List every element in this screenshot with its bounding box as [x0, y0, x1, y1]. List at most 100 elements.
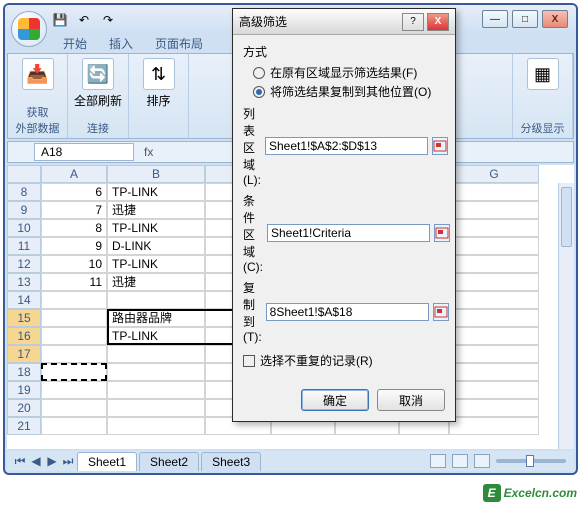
sheet-tab-1[interactable]: Sheet1 — [77, 452, 137, 471]
row-header[interactable]: 8 — [7, 183, 41, 201]
cell[interactable]: D-LINK — [107, 237, 205, 255]
sheet-nav-last-icon[interactable]: ⏭ — [61, 454, 75, 468]
row-header[interactable]: 12 — [7, 255, 41, 273]
cell[interactable] — [449, 219, 539, 237]
vertical-scrollbar[interactable] — [558, 183, 574, 449]
cell[interactable]: TP-LINK — [107, 327, 205, 345]
cancel-button[interactable]: 取消 — [377, 389, 445, 411]
cell[interactable] — [41, 327, 107, 345]
cell[interactable] — [449, 345, 539, 363]
cell[interactable] — [41, 363, 107, 381]
range-picker-icon[interactable] — [434, 224, 450, 242]
office-button[interactable] — [11, 11, 47, 47]
cell[interactable] — [107, 291, 205, 309]
sheet-nav-first-icon[interactable]: ⏮ — [13, 454, 27, 468]
cell[interactable]: 迅捷 — [107, 201, 205, 219]
cell[interactable] — [449, 183, 539, 201]
cell[interactable] — [107, 363, 205, 381]
zoom-thumb[interactable] — [526, 455, 534, 467]
fx-icon[interactable]: fx — [144, 145, 153, 159]
cell[interactable] — [41, 381, 107, 399]
cell[interactable] — [449, 309, 539, 327]
tab-insert[interactable]: 插入 — [99, 33, 143, 53]
dialog-titlebar[interactable]: 高级筛选 ? X — [233, 9, 455, 35]
range-picker-icon[interactable] — [433, 303, 449, 321]
row-header[interactable]: 17 — [7, 345, 41, 363]
minimize-button[interactable]: — — [482, 10, 508, 28]
cell[interactable] — [449, 363, 539, 381]
cell[interactable] — [449, 201, 539, 219]
range-picker-icon[interactable] — [432, 137, 448, 155]
row-header[interactable]: 14 — [7, 291, 41, 309]
sheet-nav-next-icon[interactable]: ▶ — [45, 454, 59, 468]
scrollbar-thumb[interactable] — [561, 187, 572, 247]
cell[interactable] — [449, 417, 539, 435]
row-header[interactable]: 10 — [7, 219, 41, 237]
cell[interactable] — [107, 399, 205, 417]
cell[interactable]: 7 — [41, 201, 107, 219]
unique-records-checkbox[interactable]: 选择不重复的记录(R) — [243, 352, 445, 369]
dialog-close-button[interactable]: X — [427, 13, 449, 31]
cell[interactable]: 11 — [41, 273, 107, 291]
cell[interactable] — [449, 273, 539, 291]
column-header[interactable]: G — [449, 165, 539, 183]
sheet-tab-3[interactable]: Sheet3 — [201, 452, 261, 471]
cell[interactable] — [41, 345, 107, 363]
redo-icon[interactable]: ↷ — [99, 11, 117, 29]
cell[interactable] — [41, 417, 107, 435]
undo-icon[interactable]: ↶ — [75, 11, 93, 29]
row-header[interactable]: 19 — [7, 381, 41, 399]
list-range-input[interactable] — [265, 137, 428, 155]
cell[interactable]: 路由器品牌 — [107, 309, 205, 327]
cell[interactable] — [449, 291, 539, 309]
row-header[interactable]: 21 — [7, 417, 41, 435]
cell[interactable] — [107, 417, 205, 435]
sort-icon[interactable]: ⇅ — [143, 58, 175, 90]
radio-copy-to[interactable]: 将筛选结果复制到其他位置(O) — [253, 83, 445, 100]
cell[interactable] — [41, 309, 107, 327]
sheet-nav-prev-icon[interactable]: ◀ — [29, 454, 43, 468]
row-header[interactable]: 20 — [7, 399, 41, 417]
external-data-icon[interactable]: 📥 — [22, 58, 54, 90]
zoom-slider[interactable] — [496, 459, 566, 463]
cell[interactable] — [449, 237, 539, 255]
column-header[interactable]: B — [107, 165, 205, 183]
refresh-icon[interactable]: 🔄 — [82, 58, 114, 90]
copy-to-input[interactable] — [266, 303, 429, 321]
cell[interactable]: 10 — [41, 255, 107, 273]
radio-filter-inplace[interactable]: 在原有区域显示筛选结果(F) — [253, 64, 445, 81]
outline-icon[interactable]: ▦ — [527, 58, 559, 90]
row-header[interactable]: 18 — [7, 363, 41, 381]
cell[interactable]: TP-LINK — [107, 219, 205, 237]
close-button[interactable]: X — [542, 10, 568, 28]
cell[interactable] — [449, 399, 539, 417]
select-all-corner[interactable] — [7, 165, 41, 183]
view-pagebreak-icon[interactable] — [474, 454, 490, 468]
row-header[interactable]: 9 — [7, 201, 41, 219]
row-header[interactable]: 16 — [7, 327, 41, 345]
sheet-tab-2[interactable]: Sheet2 — [139, 452, 199, 471]
cell[interactable] — [107, 345, 205, 363]
row-header[interactable]: 15 — [7, 309, 41, 327]
name-box[interactable]: A18 — [34, 143, 134, 161]
view-normal-icon[interactable] — [430, 454, 446, 468]
row-header[interactable]: 11 — [7, 237, 41, 255]
criteria-range-input[interactable] — [267, 224, 430, 242]
cell[interactable]: TP-LINK — [107, 255, 205, 273]
cell[interactable] — [107, 381, 205, 399]
view-layout-icon[interactable] — [452, 454, 468, 468]
cell[interactable] — [449, 327, 539, 345]
tab-home[interactable]: 开始 — [53, 33, 97, 53]
maximize-button[interactable]: □ — [512, 10, 538, 28]
ok-button[interactable]: 确定 — [301, 389, 369, 411]
cell[interactable] — [41, 399, 107, 417]
row-header[interactable]: 13 — [7, 273, 41, 291]
column-header[interactable]: A — [41, 165, 107, 183]
cell[interactable]: 9 — [41, 237, 107, 255]
cell[interactable]: TP-LINK — [107, 183, 205, 201]
cell[interactable]: 迅捷 — [107, 273, 205, 291]
cell[interactable] — [41, 291, 107, 309]
tab-pagelayout[interactable]: 页面布局 — [145, 33, 213, 53]
cell[interactable]: 8 — [41, 219, 107, 237]
save-icon[interactable]: 💾 — [51, 11, 69, 29]
